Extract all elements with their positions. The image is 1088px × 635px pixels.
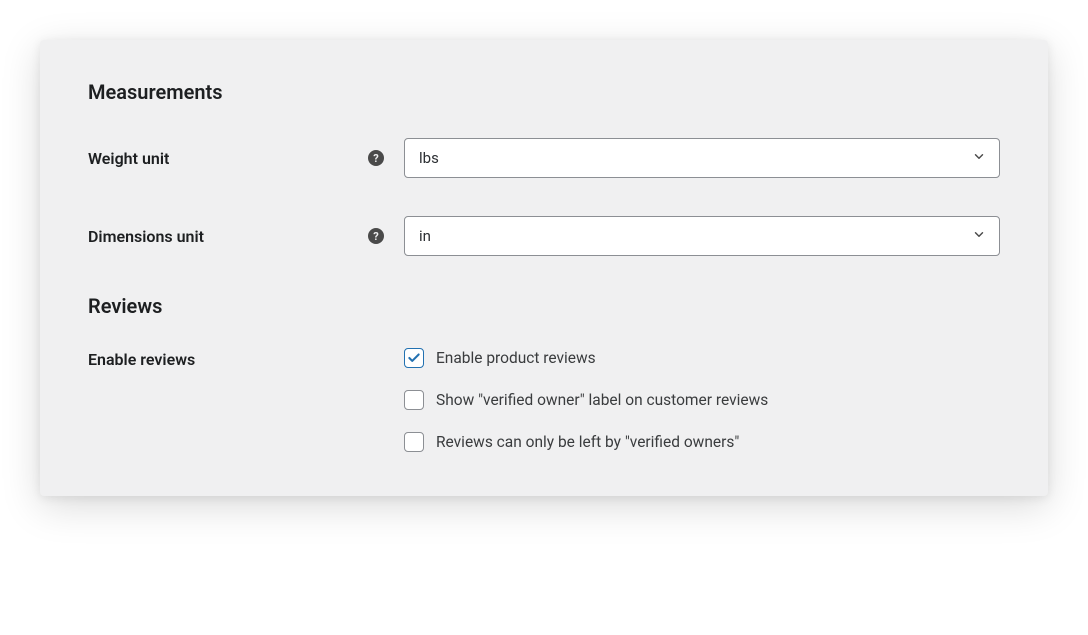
- enable-reviews-options: Enable product reviews Show "verified ow…: [404, 348, 1000, 452]
- weight-unit-row: Weight unit ? lbs: [88, 138, 1000, 178]
- checkbox-row-verified-owner-label: Show "verified owner" label on customer …: [404, 390, 1000, 410]
- help-icon[interactable]: ?: [368, 228, 384, 244]
- checkbox-verified-owner-label[interactable]: [404, 390, 424, 410]
- checkbox-label[interactable]: Reviews can only be left by "verified ow…: [436, 433, 739, 451]
- checkbox-row-enable-product-reviews: Enable product reviews: [404, 348, 1000, 368]
- weight-unit-label-col: Weight unit ?: [88, 149, 404, 168]
- dimensions-unit-select[interactable]: in: [404, 216, 1000, 256]
- weight-unit-select[interactable]: lbs: [404, 138, 1000, 178]
- settings-panel: Measurements Weight unit ? lbs Dimension…: [40, 40, 1048, 496]
- dimensions-unit-row: Dimensions unit ? in: [88, 216, 1000, 256]
- enable-reviews-group: Enable reviews Enable product reviews Sh…: [88, 348, 1000, 452]
- checkbox-enable-product-reviews[interactable]: [404, 348, 424, 368]
- enable-reviews-label: Enable reviews: [88, 350, 195, 369]
- dimensions-unit-label-col: Dimensions unit ?: [88, 227, 404, 246]
- help-icon[interactable]: ?: [368, 150, 384, 166]
- weight-unit-label: Weight unit: [88, 149, 169, 168]
- measurements-heading: Measurements: [88, 80, 1000, 104]
- checkbox-row-verified-owners-only: Reviews can only be left by "verified ow…: [404, 432, 1000, 452]
- checkbox-verified-owners-only[interactable]: [404, 432, 424, 452]
- dimensions-unit-select-wrap: in: [404, 216, 1000, 256]
- enable-reviews-label-col: Enable reviews: [88, 348, 404, 452]
- checkbox-label[interactable]: Show "verified owner" label on customer …: [436, 391, 768, 409]
- checkbox-label[interactable]: Enable product reviews: [436, 349, 596, 367]
- reviews-heading: Reviews: [88, 294, 1000, 318]
- weight-unit-select-wrap: lbs: [404, 138, 1000, 178]
- dimensions-unit-label: Dimensions unit: [88, 227, 204, 246]
